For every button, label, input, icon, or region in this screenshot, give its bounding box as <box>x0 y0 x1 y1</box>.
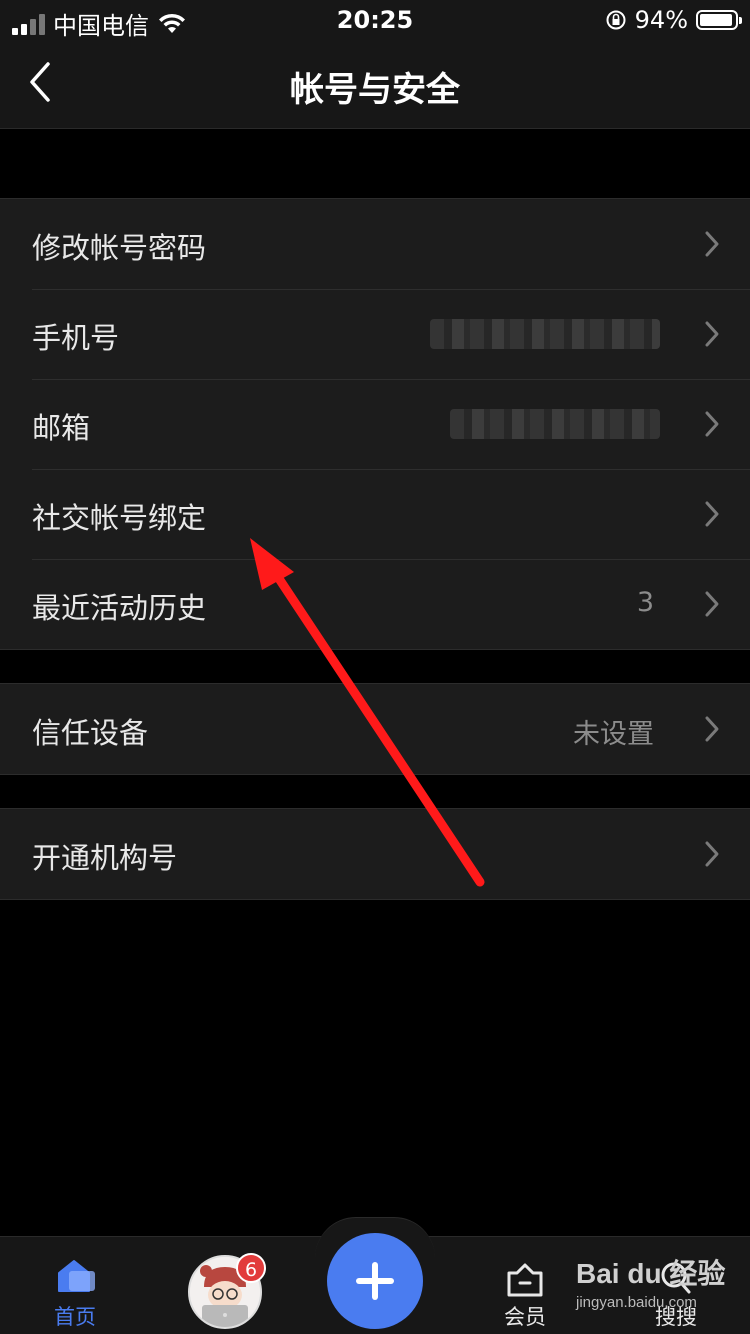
battery-icon <box>696 10 742 30</box>
search-icon <box>661 1262 691 1294</box>
tab-bar: 首页 6 会员 搜搜 <box>0 1217 750 1334</box>
chevron-right-icon <box>705 591 719 617</box>
carrier-label: 中国电信 <box>53 12 149 40</box>
status-right: 94% <box>605 6 742 34</box>
chevron-right-icon <box>705 411 719 437</box>
tab-profile[interactable]: 6 <box>186 1237 266 1334</box>
tab-home-label: 首页 <box>54 1305 96 1329</box>
org-group: 开通机构号 <box>0 808 750 900</box>
chevron-right-icon <box>705 501 719 527</box>
row-value: 3 <box>636 587 654 618</box>
device-group: 信任设备 未设置 <box>0 683 750 775</box>
chevron-left-icon[interactable] <box>22 60 62 104</box>
row-email[interactable]: 邮箱 <box>0 379 750 469</box>
row-label: 修改帐号密码 <box>32 231 207 265</box>
row-label: 开通机构号 <box>32 841 178 875</box>
account-group: 修改帐号密码 手机号 邮箱 社交帐号绑定 最近活动历史 3 <box>0 198 750 650</box>
home-icon <box>58 1260 95 1292</box>
row-phone[interactable]: 手机号 <box>0 289 750 379</box>
notification-badge: 6 <box>236 1253 266 1283</box>
tab-search[interactable]: 搜搜 <box>636 1237 716 1334</box>
chevron-right-icon <box>705 841 719 867</box>
tab-home[interactable]: 首页 <box>35 1237 115 1334</box>
row-label: 邮箱 <box>32 411 91 445</box>
row-label: 社交帐号绑定 <box>32 501 207 535</box>
chevron-right-icon <box>705 231 719 257</box>
status-bar: 中国电信 20:25 94% <box>0 0 750 42</box>
row-label: 最近活动历史 <box>32 591 207 625</box>
chevron-right-icon <box>705 321 719 347</box>
wifi-icon <box>159 13 185 33</box>
row-open-org-account[interactable]: 开通机构号 <box>0 809 750 899</box>
screen: 中国电信 20:25 94% 帐号与安全 修改帐号密码 手机号 邮箱 社交帐号绑… <box>0 0 750 1334</box>
row-label: 信任设备 <box>32 716 149 750</box>
row-recent-activity[interactable]: 最近活动历史 3 <box>0 559 750 649</box>
tab-search-label: 搜搜 <box>655 1305 697 1329</box>
row-trusted-device[interactable]: 信任设备 未设置 <box>0 684 750 774</box>
chevron-right-icon <box>705 716 719 742</box>
row-change-password[interactable]: 修改帐号密码 <box>0 199 750 289</box>
page-title: 帐号与安全 <box>290 70 460 110</box>
masked-phone-value <box>430 319 660 349</box>
tab-vip[interactable]: 会员 <box>485 1237 565 1334</box>
rotation-lock-icon <box>606 10 626 30</box>
nav-bar: 帐号与安全 <box>0 42 750 129</box>
row-label: 手机号 <box>32 321 120 355</box>
masked-email-value <box>450 409 660 439</box>
row-social-binding[interactable]: 社交帐号绑定 <box>0 469 750 559</box>
vip-bag-icon <box>507 1263 543 1297</box>
battery-percent: 94% <box>634 6 688 34</box>
tab-vip-label: 会员 <box>504 1305 546 1329</box>
row-value: 未设置 <box>573 719 654 750</box>
signal-icon <box>12 13 45 35</box>
add-button[interactable] <box>327 1233 423 1329</box>
plus-icon <box>356 1262 394 1300</box>
status-left: 中国电信 <box>12 6 187 41</box>
